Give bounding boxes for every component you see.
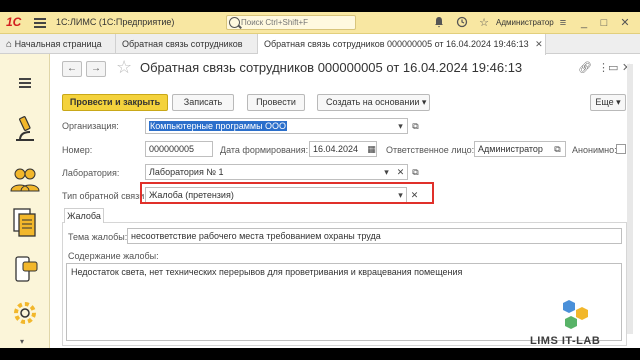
settings-icon[interactable]: ≡: [556, 16, 570, 30]
more-button[interactable]: Еще ▾: [590, 94, 626, 111]
laboratory-label: Лаборатория:: [62, 168, 120, 178]
tab-close-icon[interactable]: ✕: [535, 39, 543, 49]
logo-1c: 1С: [6, 15, 22, 29]
chevron-down-icon[interactable]: ▾: [20, 337, 24, 346]
anonymous-checkbox[interactable]: [616, 144, 626, 154]
content-label: Содержание жалобы:: [68, 251, 159, 261]
watermark: LIMS IT-LAB: [530, 335, 601, 347]
main-menu-icon[interactable]: [34, 16, 46, 29]
users-icon[interactable]: [8, 164, 42, 194]
tab-complaint[interactable]: Жалоба: [64, 208, 104, 223]
tab-home[interactable]: ⌂ Начальная страница: [0, 34, 116, 54]
laboratory-dropdown-icon[interactable]: ▾: [380, 165, 393, 179]
anonymous-label: Анонимно:: [572, 145, 617, 155]
home-icon: ⌂: [6, 39, 13, 50]
close-icon[interactable]: ✕: [618, 16, 632, 30]
topic-label: Тема жалобы:: [68, 232, 128, 242]
feedback-type-label: Тип обратной связи:: [62, 191, 147, 201]
history-icon[interactable]: [455, 16, 469, 30]
dropdown-icon: ▾: [421, 97, 427, 107]
minimize-icon[interactable]: _: [577, 16, 591, 30]
org-dropdown-icon[interactable]: ▾: [394, 119, 407, 133]
create-based-on-button[interactable]: Создать на основании ▾: [317, 94, 430, 111]
favorite-star-icon[interactable]: ☆: [116, 57, 132, 77]
post-button[interactable]: Провести: [247, 94, 305, 111]
top-bar: 1С 1С:ЛИМС (1С:Предприятие) ☆ Администра…: [0, 12, 640, 34]
create-based-label: Создать на основании: [326, 97, 420, 107]
gear-icon[interactable]: [8, 298, 42, 328]
microscope-icon[interactable]: [8, 114, 42, 144]
save-button[interactable]: Записать: [172, 94, 234, 111]
tab-label: Обратная связь сотрудников 000000005 от …: [264, 39, 529, 49]
app-title: 1С:ЛИМС (1С:Предприятие): [56, 17, 175, 27]
documents-icon[interactable]: [8, 207, 42, 237]
more-label: Еще: [595, 97, 614, 107]
org-value: Компьютерные программы ООО: [149, 121, 288, 131]
window-icon[interactable]: ▭: [608, 61, 618, 74]
forward-button[interactable]: →: [86, 61, 106, 77]
content-textarea[interactable]: Недостаток света, нет технических переры…: [66, 263, 622, 341]
scrollbar[interactable]: [627, 64, 633, 334]
laboratory-open-icon[interactable]: ⧉: [409, 165, 422, 179]
responsible-label: Ответственное лицо:: [386, 145, 475, 155]
search-icon: [229, 17, 240, 28]
search-box[interactable]: [226, 15, 356, 30]
tab-label: Обратная связь сотрудников: [122, 39, 243, 49]
laboratory-field[interactable]: Лаборатория № 1: [145, 164, 408, 180]
search-input[interactable]: [241, 16, 351, 29]
highlight-frame: [140, 182, 434, 204]
bell-icon[interactable]: [432, 16, 446, 30]
tab-feedback-list[interactable]: Обратная связь сотрудников: [116, 34, 258, 54]
org-label: Организация:: [62, 121, 119, 131]
number-field[interactable]: 000000005: [145, 141, 213, 157]
dropdown-icon: ▾: [616, 97, 621, 107]
sidebar-menu-icon[interactable]: [18, 76, 52, 96]
page-title: Обратная связь сотрудников 000000005 от …: [140, 60, 523, 75]
laboratory-clear-icon[interactable]: ✕: [394, 165, 407, 179]
sidebar: ▾: [0, 54, 50, 348]
link-icon[interactable]: 🔗︎: [578, 61, 592, 74]
tab-feedback-document[interactable]: Обратная связь сотрудников 000000005 от …: [258, 34, 546, 55]
org-field[interactable]: Компьютерные программы ООО: [145, 118, 408, 134]
number-label: Номер:: [62, 145, 93, 155]
tab-label: Начальная страница: [14, 39, 102, 49]
user-name[interactable]: Администратор: [496, 18, 554, 27]
org-open-icon[interactable]: ⧉: [409, 119, 422, 133]
favorites-icon[interactable]: ☆: [477, 16, 491, 30]
maximize-icon[interactable]: □: [597, 16, 611, 30]
topic-field[interactable]: несоответствие рабочего места требование…: [127, 228, 622, 244]
tab-bar: ⌂ Начальная страница Обратная связь сотр…: [0, 34, 640, 55]
app-window: 1С 1С:ЛИМС (1С:Предприятие) ☆ Администра…: [0, 12, 640, 348]
responsible-open-icon[interactable]: ⧉: [551, 142, 564, 156]
back-button[interactable]: ←: [62, 61, 82, 77]
post-and-close-button[interactable]: Провести и закрыть: [62, 94, 168, 111]
calendar-icon[interactable]: ▦: [365, 142, 378, 156]
lims-logo-icon: [560, 297, 596, 333]
phone-chat-icon[interactable]: [8, 254, 42, 284]
date-label: Дата формирования:: [220, 145, 309, 155]
